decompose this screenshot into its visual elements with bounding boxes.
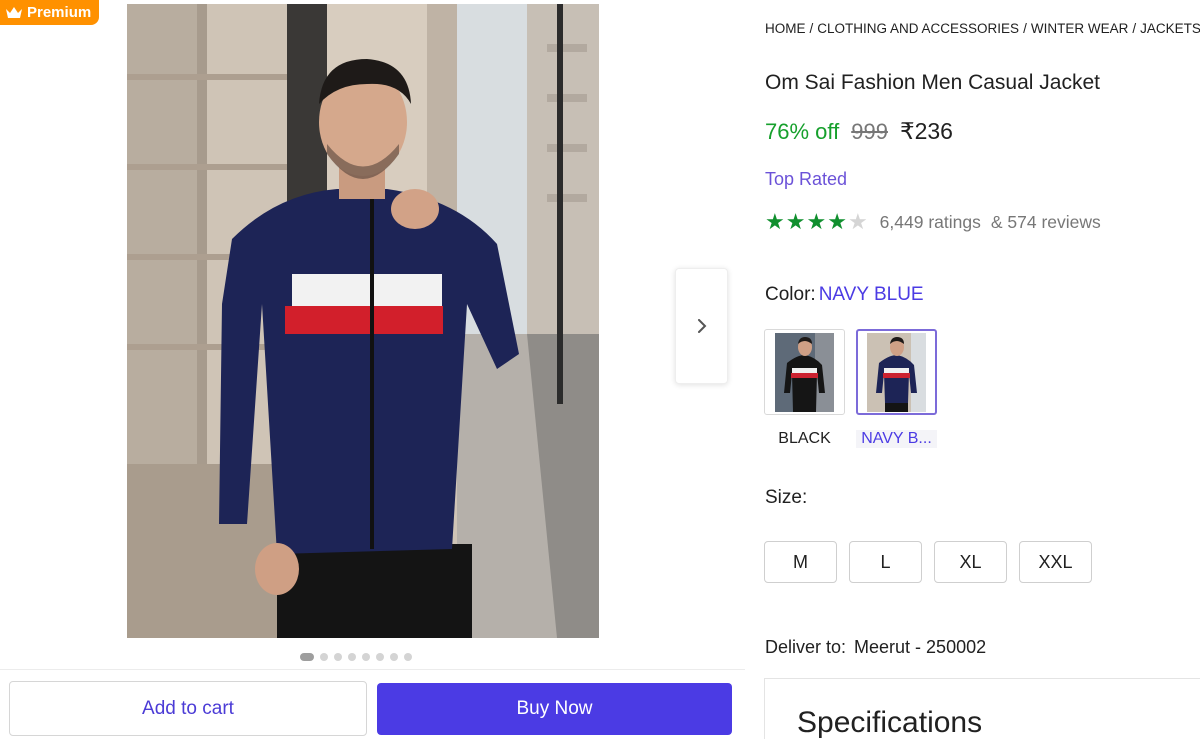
breadcrumb: HOME / CLOTHING AND ACCESSORIES / WINTER W… xyxy=(765,21,1200,36)
product-photo-illustration xyxy=(127,4,599,638)
deliver-label: Deliver to: xyxy=(765,637,847,657)
size-option-xl[interactable]: XL xyxy=(934,541,1007,583)
pagination-dot[interactable] xyxy=(320,653,328,661)
color-label: Color: NAVY BLUE xyxy=(765,284,924,305)
ratings-count: 6,449 ratings xyxy=(879,211,981,232)
breadcrumb-winter-wear[interactable]: WINTER WEAR xyxy=(1031,21,1129,36)
pagination-dot[interactable] xyxy=(300,653,314,661)
color-swatch-black[interactable] xyxy=(764,329,845,415)
pagination-dot[interactable] xyxy=(348,653,356,661)
color-swatch-navy-blue[interactable] xyxy=(856,329,937,415)
breadcrumb-jackets[interactable]: JACKETS xyxy=(1140,21,1200,36)
star-icon: ★ xyxy=(806,209,827,234)
breadcrumb-clothing[interactable]: CLOTHING AND ACCESSORIES xyxy=(817,21,1019,36)
size-option-xxl[interactable]: XXL xyxy=(1019,541,1092,583)
pagination-dot[interactable] xyxy=(390,653,398,661)
pagination-dot[interactable] xyxy=(334,653,342,661)
divider xyxy=(0,669,745,670)
gallery-pagination xyxy=(300,653,412,661)
next-image-button[interactable] xyxy=(675,268,728,384)
size-option-l[interactable]: L xyxy=(849,541,922,583)
star-empty-icon: ★ xyxy=(847,209,868,234)
discount-percent: 76% off xyxy=(765,119,840,144)
chevron-right-icon xyxy=(697,319,706,333)
star-rating: ★ ★ ★ ★ ★ xyxy=(765,211,868,233)
breadcrumb-home[interactable]: HOME xyxy=(765,21,806,36)
delivery-pincode: Meerut - 250002 xyxy=(854,637,987,657)
price-row: 76% off 999 ₹236 xyxy=(765,118,953,145)
reviews-count: & 574 reviews xyxy=(990,211,1101,232)
delivery-location[interactable]: Deliver to: Meerut - 250002 xyxy=(765,637,986,658)
add-to-cart-button[interactable]: Add to cart xyxy=(9,681,367,736)
color-option-label: BLACK xyxy=(778,430,831,447)
rating-summary[interactable]: ★ ★ ★ ★ ★ 6,449 ratings & 574 reviews xyxy=(765,211,1101,233)
swatch-image xyxy=(867,332,926,412)
buy-now-button[interactable]: Buy Now xyxy=(377,683,732,735)
star-icon: ★ xyxy=(827,209,847,234)
product-title: Om Sai Fashion Men Casual Jacket xyxy=(765,71,1100,94)
original-price: 999 xyxy=(851,119,888,144)
selling-price: ₹236 xyxy=(899,118,953,144)
star-icon: ★ xyxy=(765,209,785,234)
premium-label: Premium xyxy=(27,4,92,21)
pagination-dot[interactable] xyxy=(404,653,412,661)
top-rated-badge: Top Rated xyxy=(765,169,848,189)
selected-color: NAVY BLUE xyxy=(818,284,924,305)
crown-icon xyxy=(6,6,22,18)
specifications-heading: Specifications xyxy=(797,706,983,739)
size-label: Size: xyxy=(765,487,808,508)
product-image[interactable] xyxy=(127,4,599,638)
star-icon: ★ xyxy=(785,209,806,234)
premium-badge: Premium xyxy=(0,0,100,25)
pagination-dot[interactable] xyxy=(376,653,384,661)
pagination-dot[interactable] xyxy=(362,653,370,661)
size-option-m[interactable]: M xyxy=(764,541,837,583)
color-option-label: NAVY B... xyxy=(856,430,937,448)
swatch-image xyxy=(775,332,834,412)
